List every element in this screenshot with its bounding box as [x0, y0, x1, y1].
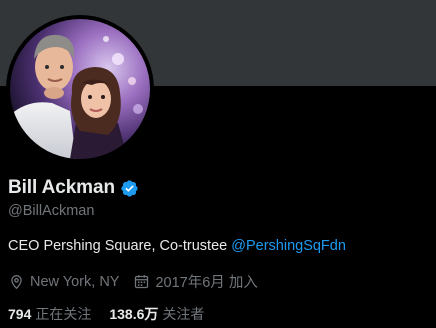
followers-count: 138.6万: [109, 306, 159, 322]
verified-badge-icon[interactable]: [120, 179, 139, 198]
joined-text: 2017年6月 加入: [155, 275, 258, 291]
profile-avatar[interactable]: [6, 15, 154, 163]
profile-meta-row: New York, NY 2017年6月 加入: [8, 271, 258, 292]
profile-bio: CEO Pershing Square, Co-trustee @Pershin…: [8, 238, 346, 254]
followers-label: 关注者: [162, 306, 205, 322]
location-text: New York, NY: [30, 273, 120, 290]
profile-stats-row: 794 正在关注 138.6万 关注者: [8, 304, 204, 324]
profile-handle: @BillAckman: [8, 203, 95, 219]
profile-display-name: Bill Ackman: [8, 177, 115, 198]
following-count: 794: [8, 306, 32, 322]
bio-mention-link[interactable]: @PershingSqFdn: [231, 238, 346, 254]
following-label: 正在关注: [35, 306, 92, 322]
profile-name-row: Bill Ackman: [8, 175, 139, 201]
avatar-photo: [10, 19, 150, 159]
location-pin-icon: [11, 275, 22, 290]
profile-joined: 2017年6月 加入: [133, 271, 258, 292]
calendar-icon: [135, 275, 149, 289]
followers-link[interactable]: 138.6万 关注者: [109, 304, 204, 324]
profile-location: New York, NY: [8, 273, 119, 290]
bio-text: CEO Pershing Square, Co-trustee: [8, 238, 232, 254]
following-link[interactable]: 794 正在关注: [8, 304, 91, 324]
